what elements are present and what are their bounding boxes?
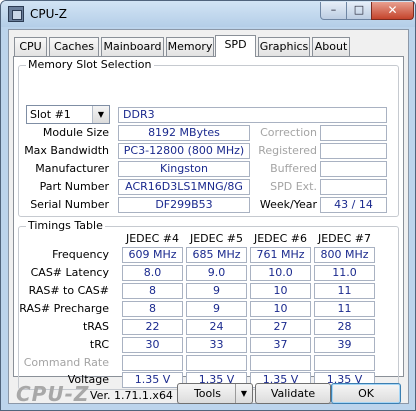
tab-memory[interactable]: Memory (166, 37, 214, 56)
client-area: CPU Caches Mainboard Memory SPD Graphics… (8, 29, 409, 404)
timing-cell: 8 (122, 283, 183, 299)
timing-cell: 28 (314, 319, 375, 335)
timings-table-title: Timings Table (26, 219, 105, 233)
window-title: CPU-Z (30, 7, 67, 21)
manufacturer-value: Kingston (118, 161, 250, 177)
correction-label: Correction (260, 126, 317, 139)
timing-cell: 22 (122, 319, 183, 335)
serial-number-value: DF299B53 (118, 197, 250, 213)
tab-spd[interactable]: SPD (215, 35, 256, 57)
tras-label: tRAS (82, 320, 109, 333)
column-header: JEDEC #5 (189, 232, 243, 245)
column-header: JEDEC #6 (253, 232, 307, 245)
cpu-z-app-icon (8, 6, 24, 22)
trc-label: tRC (89, 338, 109, 351)
ras-to-cas-label: RAS# to CAS# (28, 284, 109, 297)
timing-cell: 609 MHz (122, 247, 183, 263)
timing-cell: 1.35 V (122, 372, 183, 388)
serial-number-label: Serial Number (30, 198, 109, 211)
cpu-z-logo: CPU-Z (16, 382, 90, 406)
timing-cell: 10 (250, 301, 311, 317)
memory-slot-selection-title: Memory Slot Selection (26, 58, 154, 72)
manufacturer-label: Manufacturer (35, 162, 109, 175)
buffered-label: Buffered (270, 162, 317, 175)
max-bandwidth-value: PC3-12800 (800 MHz) (118, 143, 250, 159)
timing-cell: 37 (250, 337, 311, 353)
timing-cell (186, 355, 247, 371)
spd-ext-value (320, 179, 387, 195)
timing-cell: 9 (186, 301, 247, 317)
week-year-value: 43 / 14 (320, 197, 387, 213)
chevron-down-icon[interactable]: ▼ (235, 384, 252, 403)
buffered-value (320, 161, 387, 177)
timing-cell: 800 MHz (314, 247, 375, 263)
module-size-value: 8192 MBytes (118, 125, 250, 141)
timing-cell: 33 (186, 337, 247, 353)
title-bar[interactable]: CPU-Z – □ ✕ (1, 1, 415, 27)
timing-cell: 24 (186, 319, 247, 335)
slot-select-value: Slot #1 (30, 108, 71, 121)
version-text: Ver. 1.71.1.x64 (90, 389, 173, 402)
timing-cell: 11.0 (314, 265, 375, 281)
timing-cell: 10 (250, 283, 311, 299)
timing-cell: 30 (122, 337, 183, 353)
timing-cell: 10.0 (250, 265, 311, 281)
timing-cell (314, 355, 375, 371)
frequency-label: Frequency (52, 248, 109, 261)
close-button[interactable]: ✕ (371, 2, 414, 20)
column-header: JEDEC #4 (125, 232, 179, 245)
registered-value (320, 143, 387, 159)
timing-cell: 11 (314, 301, 375, 317)
module-size-label: Module Size (42, 126, 109, 139)
cpu-z-window: CPU-Z – □ ✕ CPU Caches Mainboard Memory … (0, 0, 416, 411)
timing-cell: 761 MHz (250, 247, 311, 263)
max-bandwidth-label: Max Bandwidth (24, 144, 109, 157)
cas-latency-label: CAS# Latency (30, 266, 109, 279)
tab-cpu[interactable]: CPU (14, 37, 47, 56)
tools-button[interactable]: Tools ▼ (177, 383, 253, 404)
timing-cell: 9 (186, 283, 247, 299)
timing-cell: 8.0 (122, 265, 183, 281)
tab-caches[interactable]: Caches (49, 37, 99, 56)
validate-button[interactable]: Validate (255, 383, 331, 404)
tab-mainboard[interactable]: Mainboard (101, 37, 164, 56)
timing-cell: 8 (122, 301, 183, 317)
tools-button-label: Tools (193, 387, 222, 400)
ras-precharge-label: RAS# Precharge (19, 302, 109, 315)
spd-ext-label: SPD Ext. (270, 180, 317, 193)
tab-graphics[interactable]: Graphics (258, 37, 310, 56)
registered-label: Registered (258, 144, 317, 157)
timing-cell: 39 (314, 337, 375, 353)
timing-cell (250, 355, 311, 371)
ok-button[interactable]: OK (331, 383, 401, 404)
memory-type-value: DDR3 (118, 107, 387, 123)
command-rate-label: Command Rate (23, 356, 109, 369)
timing-cell: 9.0 (186, 265, 247, 281)
week-year-label: Week/Year (259, 198, 317, 211)
tab-about[interactable]: About (312, 37, 350, 56)
maximize-button[interactable]: □ (346, 2, 372, 20)
timing-cell: 27 (250, 319, 311, 335)
part-number-label: Part Number (39, 180, 109, 193)
correction-value (320, 125, 387, 141)
chevron-down-icon[interactable]: ▼ (92, 106, 109, 123)
slot-select[interactable]: Slot #1 ▼ (26, 105, 110, 124)
timing-cell: 11 (314, 283, 375, 299)
minimize-button[interactable]: – (320, 2, 347, 20)
column-header: JEDEC #7 (317, 232, 371, 245)
spd-tab-page: Memory Slot Selection Slot #1 ▼ DDR3 Mod… (13, 56, 404, 390)
timing-cell: 685 MHz (186, 247, 247, 263)
part-number-value: ACR16D3LS1MNG/8G (118, 179, 250, 195)
timing-cell (122, 355, 183, 371)
